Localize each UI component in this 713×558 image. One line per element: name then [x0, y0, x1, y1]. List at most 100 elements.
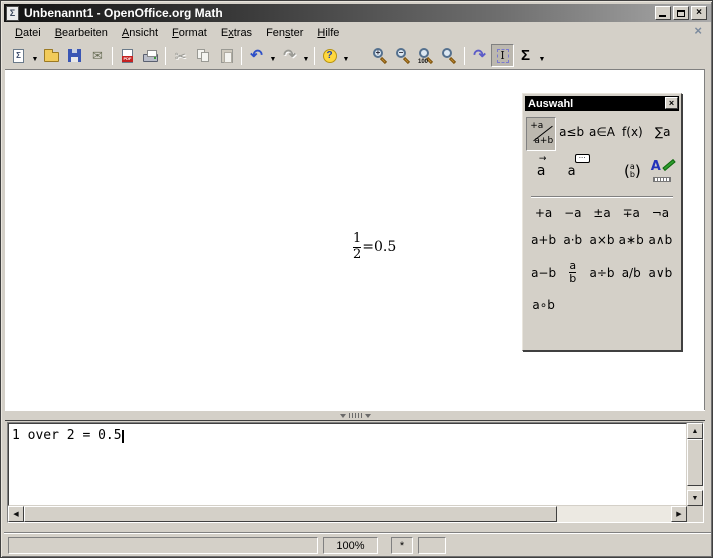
category-relations-button[interactable]: a≤b	[558, 117, 586, 147]
scroll-left-button[interactable]: ◀	[8, 506, 24, 522]
symbol-a-div-b[interactable]: a÷b	[589, 266, 614, 280]
palette-category-row: +a a+b a≤b a∈A f(x) ∑a →a ···a ( ab )	[523, 113, 681, 186]
category-misc-button[interactable]: ···a	[558, 156, 586, 186]
redo-arrow-icon: ↷	[283, 48, 296, 63]
new-dropdown-caret[interactable]: ▼	[30, 44, 40, 67]
menu-bearbeiten[interactable]: Bearbeiten	[48, 25, 115, 41]
help-button[interactable]: ?	[318, 44, 341, 67]
category-operators-button[interactable]: ∑a	[649, 117, 677, 147]
splitter-grip-icon	[349, 413, 362, 418]
undo-button[interactable]: ↶	[245, 44, 268, 67]
category-brackets-button[interactable]: ( ab )	[618, 156, 646, 186]
title-bar[interactable]: Σ Unbenannt1 - OpenOffice.org Math ×	[4, 4, 711, 22]
menu-hilfe[interactable]: Hilfe	[310, 25, 346, 41]
fraction: 1 2	[353, 232, 361, 263]
category-formats-button[interactable]: A	[649, 156, 677, 186]
undo-dropdown-caret[interactable]: ▼	[268, 44, 278, 67]
view-toolbar-options-caret[interactable]: ▼	[537, 44, 547, 67]
operators-icon: ∑a	[655, 125, 670, 139]
vertical-scroll-thumb[interactable]	[687, 439, 703, 486]
document-close-icon[interactable]: ×	[694, 24, 702, 37]
formula-rhs: =0.5	[362, 239, 396, 255]
toolbar-separator	[241, 47, 242, 65]
menu-extras[interactable]: Extras	[214, 25, 259, 41]
menu-ansicht[interactable]: Ansicht	[115, 25, 165, 41]
symbol-minusplus-a[interactable]: ∓a	[622, 206, 639, 220]
symbol-a-minus-b[interactable]: a−b	[531, 266, 556, 280]
paste-clipboard-icon	[221, 49, 233, 63]
scroll-right-button[interactable]: ▶	[671, 506, 687, 522]
toolbar-options-caret[interactable]: ▼	[341, 44, 351, 67]
functions-icon: f(x)	[622, 125, 643, 139]
zoom-in-button[interactable]: +	[369, 44, 392, 67]
zoom-all-button[interactable]	[438, 44, 461, 67]
category-set-operations-button[interactable]: a∈A	[588, 117, 616, 147]
vertical-scrollbar[interactable]: ▲ ▼	[687, 423, 703, 506]
vector-attribute-icon: →a	[537, 163, 546, 179]
horizontal-scrollbar[interactable]: ◀ ▶	[8, 506, 687, 522]
printer-icon	[143, 54, 158, 62]
status-modified-flag: *	[391, 537, 413, 554]
category-unary-binary-button[interactable]: +a a+b	[526, 117, 556, 151]
maximize-icon	[677, 10, 685, 17]
command-input[interactable]: 1 over 2 = 0.5	[8, 423, 687, 506]
category-spacer	[588, 156, 616, 186]
view-splitter[interactable]	[5, 410, 705, 421]
scroll-up-button[interactable]: ▲	[687, 423, 703, 439]
cut-button[interactable]: ✂	[169, 44, 192, 67]
menu-format[interactable]: Format	[165, 25, 214, 41]
close-button[interactable]: ×	[691, 6, 707, 20]
fraction-numerator: 1	[353, 232, 361, 247]
palette-close-button[interactable]: ×	[665, 97, 678, 109]
maximize-button[interactable]	[673, 6, 689, 20]
symbol-a-or-b[interactable]: a∨b	[649, 266, 673, 280]
save-button[interactable]	[63, 44, 86, 67]
symbol-a-plus-b[interactable]: a+b	[531, 233, 556, 247]
open-button[interactable]	[40, 44, 63, 67]
view-toolbar: + − 100 ↷ I Σ ▼	[369, 44, 547, 67]
menu-datei[interactable]: Datei	[8, 25, 48, 41]
symbol-a-cdot-b[interactable]: a·b	[563, 233, 582, 247]
horizontal-scroll-thumb[interactable]	[24, 506, 557, 522]
symbol-a-over-b[interactable]: ab	[569, 260, 576, 285]
symbol-a-times-b[interactable]: a×b	[589, 233, 614, 247]
symbol-plus-a[interactable]: +a	[535, 206, 552, 220]
minimize-icon	[659, 15, 666, 17]
new-formula-button[interactable]: Σ	[7, 44, 30, 67]
email-button[interactable]: ✉	[86, 44, 109, 67]
menu-fenster[interactable]: Fenster	[259, 25, 310, 41]
symbol-plusminus-a[interactable]: ±a	[593, 206, 610, 220]
zoom-out-icon: −	[395, 47, 412, 64]
category-functions-button[interactable]: f(x)	[618, 117, 646, 147]
redo-button[interactable]: ↷	[278, 44, 301, 67]
magnifier-icon	[441, 47, 458, 64]
symbol-not-a[interactable]: ¬a	[652, 206, 669, 220]
minimize-button[interactable]	[655, 6, 671, 20]
paste-button[interactable]	[215, 44, 238, 67]
zoom-100-button[interactable]: 100	[415, 44, 438, 67]
print-button[interactable]	[139, 44, 162, 67]
close-icon: ×	[696, 8, 702, 18]
text-cursor	[122, 430, 124, 443]
update-button[interactable]: ↷	[468, 44, 491, 67]
status-panel-main	[8, 537, 318, 554]
symbol-a-circ-b[interactable]: a∘b	[532, 298, 554, 312]
catalog-button[interactable]: Σ	[514, 44, 537, 67]
window-title: Unbenannt1 - OpenOffice.org Math	[24, 6, 223, 20]
formula-cursor-button[interactable]: I	[491, 44, 514, 67]
pdf-export-button[interactable]: PDF	[116, 44, 139, 67]
zoom-out-button[interactable]: −	[392, 44, 415, 67]
open-folder-icon	[44, 52, 59, 62]
scroll-down-button[interactable]: ▼	[687, 490, 703, 506]
copy-button[interactable]	[192, 44, 215, 67]
palette-title-bar[interactable]: Auswahl ×	[525, 96, 679, 111]
redo-dropdown-caret[interactable]: ▼	[301, 44, 311, 67]
help-question-icon: ?	[323, 49, 337, 63]
symbol-a-slash-b[interactable]: a/b	[622, 266, 641, 280]
scrollbar-corner	[687, 506, 703, 522]
status-zoom-level[interactable]: 100%	[323, 537, 378, 554]
symbol-a-and-b[interactable]: a∧b	[649, 233, 673, 247]
symbol-minus-a[interactable]: −a	[564, 206, 581, 220]
symbol-a-ast-b[interactable]: a∗b	[619, 233, 644, 247]
category-attributes-button[interactable]: →a	[527, 156, 555, 186]
